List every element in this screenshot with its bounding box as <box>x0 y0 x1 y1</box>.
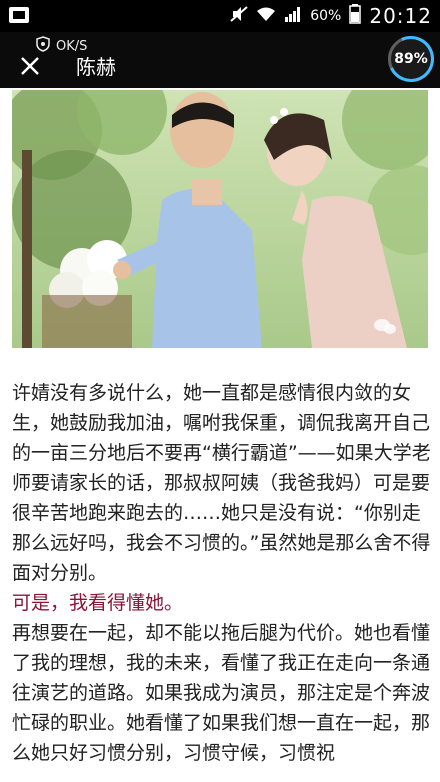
wifi-icon <box>256 6 276 26</box>
clock: 20:12 <box>369 4 432 28</box>
app-bar: OK/S 陈赫 89% <box>0 32 440 88</box>
sim-card-icon <box>8 5 30 29</box>
status-bar: 60% 20:12 <box>0 0 440 32</box>
page-title: 陈赫 <box>76 55 116 79</box>
close-icon <box>21 57 39 75</box>
article-body: 许婧没有多说什么，她一直都是感情很内敛的女生，她鼓励我加油，嘱咐我保重，调侃我离… <box>12 378 432 768</box>
mute-icon <box>230 5 248 27</box>
article-paragraph: 许婧没有多说什么，她一直都是感情很内敛的女生，她鼓励我加油，嘱咐我保重，调侃我离… <box>12 382 431 584</box>
battery-percent: 60% <box>310 8 342 24</box>
close-button[interactable] <box>14 50 46 82</box>
battery-icon <box>349 4 362 28</box>
wedding-photo <box>12 90 428 348</box>
article-highlight: 可是，我看得懂她。 <box>12 592 184 614</box>
progress-badge-label: 89% <box>394 51 428 67</box>
article-paragraph: 再想要在一起，却不能以拖后腿为代价。她也看懂了我的理想，我的未来，看懂了我正在走… <box>12 622 431 764</box>
progress-badge[interactable]: 89% <box>388 36 434 82</box>
signal-icon <box>284 6 302 26</box>
